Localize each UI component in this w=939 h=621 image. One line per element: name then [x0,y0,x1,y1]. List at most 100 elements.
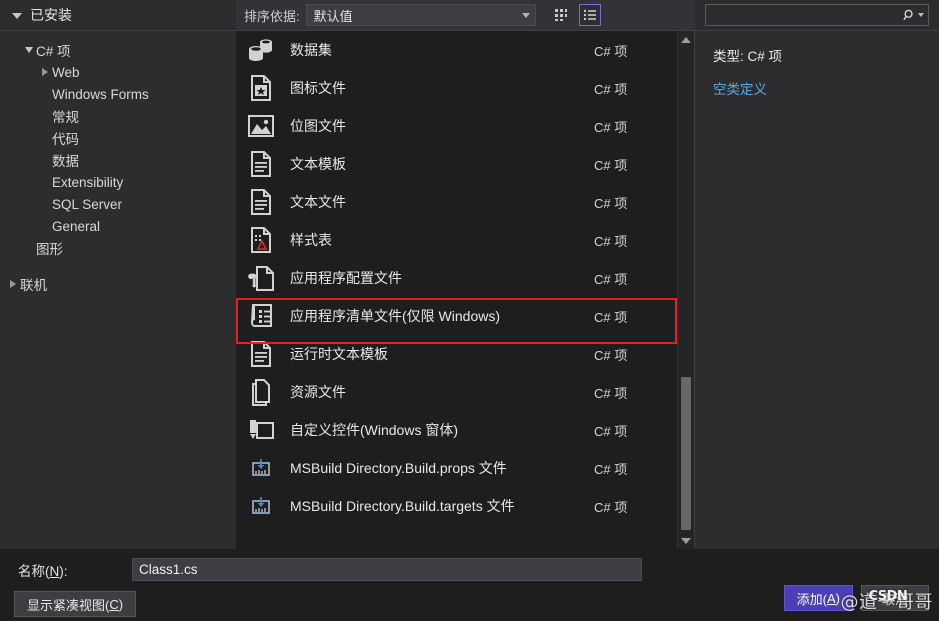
template-list-item[interactable]: 文本文件 C# 项 [236,183,694,221]
view-toggle-group [550,4,601,26]
sidebar-item-label: 联机 [20,278,47,293]
name-input[interactable] [132,558,642,581]
template-item-label: 应用程序清单文件(仅限 Windows) [290,308,501,324]
template-list-item[interactable]: 自定义控件(Windows 窗体) C# 项 [236,411,694,449]
scrollbar-thumb[interactable] [681,377,691,530]
template-item-label: 运行时文本模板 [290,346,388,362]
template-list-item[interactable]: 图标文件 C# 项 [236,69,694,107]
template-item-label: 文本模板 [290,156,346,172]
sidebar-item-general-cn[interactable]: 常规 [0,105,236,127]
custom-control-icon [244,414,278,446]
name-label: 名称(N): [18,563,68,579]
dataset-icon [244,34,278,66]
sidebar-item-label: Web [52,64,80,80]
chevron-down-icon [918,13,924,17]
dialog-action-buttons: 添加(A) 取消 [783,585,929,611]
sidebar-item-data[interactable]: 数据 [0,149,236,171]
template-list: 数据集 C# 项图标文件 C# 项位图文件 C# 项文本模板 C# 项文本文件 C# 项样… [236,31,694,549]
sidebar-item-online[interactable]: 联机 [0,273,236,295]
sidebar-item-code[interactable]: 代码 [0,127,236,149]
dialog-body: C# 项 Web Windows Forms 常规代码 数据 Extensibility S… [0,31,939,549]
template-item-label: 位图文件 [290,118,346,134]
app-manifest-file-icon [250,304,272,327]
sidebar-item-extensibility[interactable]: Extensibility [0,171,236,193]
stylesheet-icon [244,224,278,256]
cancel-button[interactable]: 取消 [861,585,929,611]
sidebar-item-label: 常规 [52,110,79,125]
stylesheet-icon [251,227,271,253]
installed-label: 已安装 [30,7,72,23]
dialog-toolbar: 已安装 排序依据: 默认值 [0,0,939,31]
sidebar-item-label: SQL Server [52,196,123,212]
search-input[interactable] [712,8,902,22]
chevron-right-icon[interactable] [38,68,52,76]
template-list-item[interactable]: 运行时文本模板 C# 项 [236,335,694,373]
list-view-icon [583,9,596,21]
sidebar-item-windows-forms[interactable]: Windows Forms [0,83,236,105]
search-area [695,0,939,31]
list-view-button[interactable] [578,4,601,26]
resource-file-icon [244,376,278,408]
template-type-label: 类型: C# 项 [713,49,783,64]
sidebar-item-label: General [52,218,101,234]
template-list-item[interactable]: 样式表 C# 项 [236,221,694,259]
template-list-item[interactable]: 数据集 C# 项 [236,31,694,69]
installed-header[interactable]: 已安装 [0,0,236,31]
chevron-right-icon[interactable] [6,280,20,288]
sort-by-dropdown[interactable]: 默认值 [305,4,536,26]
scroll-up-icon [681,36,691,43]
scroll-down-button[interactable] [678,532,694,549]
icon-file-icon [251,75,271,101]
template-list-item[interactable]: 文本模板 C# 项 [236,145,694,183]
name-row: 名称(N): [0,549,939,581]
add-new-item-dialog: 已安装 排序依据: 默认值 C# 项 Web Windows Forms 常规 … [0,0,939,621]
sidebar-item-label: Extensibility [52,174,124,190]
sidebar-item-label: 图形 [36,242,63,257]
template-list-item[interactable]: 资源文件 C# 项 [236,373,694,411]
sidebar-item-general-en[interactable]: General [0,215,236,237]
sidebar-item-graphics[interactable]: 图形 [0,237,236,259]
template-list-item[interactable]: 应用程序配置文件 C# 项 [236,259,694,297]
chevron-down-icon [521,12,530,18]
text-template-icon [251,151,271,177]
template-list-item[interactable]: 应用程序清单文件(仅限 Windows) C# 项 [236,297,694,335]
sidebar-item-label: C# 项 [36,44,71,59]
grid-view-button[interactable] [550,4,572,26]
bitmap-file-icon [248,115,274,137]
msbuild-props-icon [252,459,270,476]
search-box[interactable] [705,4,929,26]
template-item-label: 图标文件 [290,80,346,96]
text-template-icon [244,148,278,180]
app-manifest-file-icon [244,300,278,332]
scroll-up-button[interactable] [678,31,694,48]
chevron-down-icon[interactable] [22,47,36,53]
template-item-label: MSBuild Directory.Build.props 文件 [290,460,507,476]
search-icon-group[interactable] [902,8,924,23]
chevron-down-icon [12,13,22,19]
resource-file-icon [252,379,270,406]
scrollbar-track[interactable] [678,48,694,532]
sort-by-label: 排序依据: [244,8,300,24]
template-list-item[interactable]: MSBuild Directory.Build.targets 文件 C# 项 [236,487,694,525]
sort-toolbar: 排序依据: 默认值 [236,0,695,31]
custom-control-icon [250,420,274,439]
sidebar-item-web[interactable]: Web [0,61,236,83]
sidebar-item-sql-server[interactable]: SQL Server [0,193,236,215]
add-button[interactable]: 添加(A) [783,585,853,611]
template-list-item[interactable]: MSBuild Directory.Build.props 文件 C# 项 [236,449,694,487]
search-icon [903,9,913,20]
dataset-icon [249,39,272,61]
template-item-label: 数据集 [290,42,332,58]
show-compact-view-button[interactable]: 显示紧凑视图(C) [14,591,137,617]
app-config-file-icon [244,262,278,294]
template-item-label: 文本文件 [290,194,346,210]
template-item-label: 应用程序配置文件 [290,270,402,286]
template-item-label: MSBuild Directory.Build.targets 文件 [290,498,515,514]
template-item-label: 自定义控件(Windows 窗体) [290,422,459,438]
dialog-footer: 名称(N): 显示紧凑视图(C) 添加(A) 取消 CSDN @道一哥哥 [0,549,939,621]
list-scrollbar[interactable] [677,31,694,549]
template-list-item[interactable]: 位图文件 C# 项 [236,107,694,145]
msbuild-targets-icon [244,490,278,522]
sidebar-item-csharp-items[interactable]: C# 项 [0,39,236,61]
msbuild-targets-icon [252,497,270,514]
